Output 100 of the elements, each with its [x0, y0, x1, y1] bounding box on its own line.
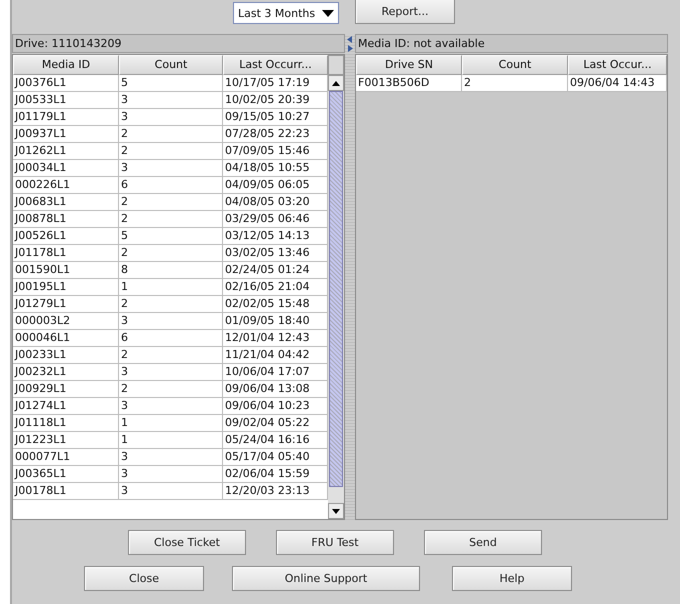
table-cell: 000046L1 — [13, 330, 119, 347]
table-cell: 5 — [119, 228, 223, 245]
down-arrow-icon — [332, 508, 340, 514]
table-cell: 07/28/05 22:23 — [223, 126, 328, 143]
table-cell: 3 — [119, 449, 223, 466]
table-cell: J00683L1 — [13, 194, 119, 211]
scroll-down-button[interactable] — [328, 503, 344, 519]
table-cell: 5 — [119, 75, 223, 92]
table-cell: 3 — [119, 466, 223, 483]
table-cell: 1 — [119, 415, 223, 432]
table-cell: J00034L1 — [13, 160, 119, 177]
dialog-button[interactable]: Close — [84, 566, 204, 591]
table-cell: 05/17/04 05:40 — [223, 449, 328, 466]
table-cell: 1 — [119, 432, 223, 449]
table-cell: 03/02/05 13:46 — [223, 245, 328, 262]
table-cell: J01262L1 — [13, 143, 119, 160]
table-cell: 02/06/04 15:59 — [223, 466, 328, 483]
table-cell: 3 — [119, 483, 223, 500]
column-header[interactable]: Count — [462, 55, 568, 75]
table-cell: 000003L2 — [13, 313, 119, 330]
table-cell: J01178L1 — [13, 245, 119, 262]
collapse-arrows-icon[interactable] — [347, 36, 353, 52]
table-cell: 000226L1 — [13, 177, 119, 194]
table-cell: 02/02/05 15:48 — [223, 296, 328, 313]
table-cell: J00533L1 — [13, 92, 119, 109]
table-cell: 2 — [119, 245, 223, 262]
table-cell: 8 — [119, 262, 223, 279]
panel-title: Drive: 1110143209 — [12, 34, 345, 53]
table-cell: 001590L1 — [13, 262, 119, 279]
table-cell: 03/12/05 14:13 — [223, 228, 328, 245]
table-cell: J00195L1 — [13, 279, 119, 296]
table-cell: 04/08/05 03:20 — [223, 194, 328, 211]
table-cell: 12/20/03 23:13 — [223, 483, 328, 500]
scrollbar[interactable] — [328, 75, 344, 519]
table-cell: J00376L1 — [13, 75, 119, 92]
header-corner — [328, 55, 344, 75]
table-cell: 03/29/05 06:46 — [223, 211, 328, 228]
table-cell: 2 — [119, 211, 223, 228]
action-button[interactable]: FRU Test — [276, 530, 394, 555]
table-cell: J00232L1 — [13, 364, 119, 381]
table-cell: J00878L1 — [13, 211, 119, 228]
table-cell: 01/09/05 18:40 — [223, 313, 328, 330]
table-cell: J00178L1 — [13, 483, 119, 500]
table-cell: J01223L1 — [13, 432, 119, 449]
table-cell: 10/17/05 17:19 — [223, 75, 328, 92]
scroll-thumb[interactable] — [329, 91, 343, 487]
table-cell: 12/01/04 12:43 — [223, 330, 328, 347]
table-cell: J01279L1 — [13, 296, 119, 313]
period-dropdown[interactable]: Last 3 Months — [233, 2, 339, 24]
table-cell: 10/06/04 17:07 — [223, 364, 328, 381]
table-cell: 2 — [462, 75, 568, 92]
table-cell: 2 — [119, 347, 223, 364]
table-cell: F0013B506D — [356, 75, 462, 92]
table-cell: J00937L1 — [13, 126, 119, 143]
column-header[interactable]: Drive SN — [356, 55, 462, 75]
table-cell: 3 — [119, 92, 223, 109]
table-cell: 1 — [119, 279, 223, 296]
table-cell: J01179L1 — [13, 109, 119, 126]
table-cell: 09/15/05 10:27 — [223, 109, 328, 126]
panel-title: Media ID: not available — [355, 34, 668, 53]
column-header[interactable]: Last Occur... — [568, 55, 667, 75]
table-cell: 02/16/05 21:04 — [223, 279, 328, 296]
table-cell: 11/21/04 04:42 — [223, 347, 328, 364]
table-cell: 07/09/05 15:46 — [223, 143, 328, 160]
table-cell: 04/09/05 06:05 — [223, 177, 328, 194]
table-cell: 2 — [119, 381, 223, 398]
column-header[interactable]: Last Occurr... — [223, 55, 328, 75]
scroll-up-button[interactable] — [328, 75, 344, 91]
table-cell: 3 — [119, 313, 223, 330]
table-cell: 3 — [119, 109, 223, 126]
table-cell: J01274L1 — [13, 398, 119, 415]
table-cell: 05/24/04 16:16 — [223, 432, 328, 449]
table-cell: 2 — [119, 143, 223, 160]
table-cell: 10/02/05 20:39 — [223, 92, 328, 109]
table-cell: J00233L1 — [13, 347, 119, 364]
table-cell: 3 — [119, 364, 223, 381]
column-header[interactable]: Media ID — [13, 55, 119, 75]
table-cell: 6 — [119, 330, 223, 347]
dialog-button[interactable]: Online Support — [232, 566, 420, 591]
table-cell: 2 — [119, 296, 223, 313]
table-cell: 3 — [119, 398, 223, 415]
caret-icon — [322, 10, 334, 16]
action-button[interactable]: Send — [424, 530, 542, 555]
dialog-button[interactable]: Help — [452, 566, 572, 591]
report-button[interactable]: Report... — [355, 0, 455, 24]
table-cell: 09/02/04 05:22 — [223, 415, 328, 432]
action-button[interactable]: Close Ticket — [128, 530, 246, 555]
table-cell: 02/24/05 01:24 — [223, 262, 328, 279]
table-cell: 09/06/04 13:08 — [223, 381, 328, 398]
table-cell: 2 — [119, 126, 223, 143]
table-cell: 2 — [119, 194, 223, 211]
table-cell: 3 — [119, 160, 223, 177]
table-cell: J01118L1 — [13, 415, 119, 432]
table-cell: 09/06/04 10:23 — [223, 398, 328, 415]
table-cell: J00929L1 — [13, 381, 119, 398]
table-cell: J00365L1 — [13, 466, 119, 483]
column-header[interactable]: Count — [119, 55, 223, 75]
table-cell: 04/18/05 10:55 — [223, 160, 328, 177]
table-cell: 000077L1 — [13, 449, 119, 466]
up-arrow-icon — [332, 80, 340, 86]
